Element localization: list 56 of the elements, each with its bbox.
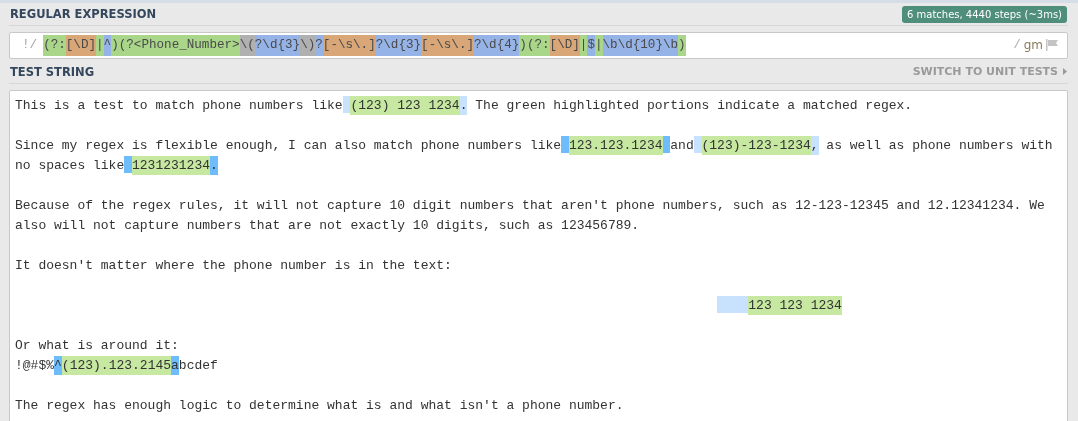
match-boundary (740, 296, 749, 313)
quantifier-token: ?\d{3} (375, 34, 422, 56)
match-boundary (342, 96, 351, 113)
test-text: no spaces like (15, 157, 125, 175)
caret-icon (1063, 68, 1067, 76)
test-text: and (670, 137, 694, 155)
match-boundary (124, 156, 132, 173)
match-boundary: . (459, 96, 468, 115)
quantifier-token: ^ (103, 34, 112, 56)
test-text: The green highlighted portions indicate a matched regex. (474, 97, 913, 115)
test-text: Or what is around it: (15, 337, 179, 355)
regex-flags[interactable]: gm (1023, 38, 1043, 53)
group-token: )(?: (519, 34, 550, 56)
test-text: as well as phone numbers with (825, 137, 1053, 155)
escaped-character-token: \) (300, 34, 316, 56)
test-text: This is a test to match phone numbers like (15, 97, 343, 115)
quantifier-token: ? (315, 34, 323, 56)
match-boundary: . (210, 156, 218, 175)
test-text: also will not capture numbers that are not exactly 10 digits, such as 123456789. (15, 217, 640, 235)
test-text: Because of the regex rules, it will not capture 10 digit numbers that aren't phone numbers, such as 12-123-12345 and 12.12341234. We (15, 197, 1045, 215)
group-token: )(?<Phone_Number> (111, 34, 240, 56)
quantifier-token: ?\d{4} (474, 34, 520, 56)
match-boundary (693, 136, 702, 153)
quantifier-token: \b\d{10}\b (602, 34, 679, 56)
section-title: TEST STRING (10, 64, 95, 79)
match-highlight: 123.123.1234 (568, 136, 663, 155)
group-token: | (96, 34, 104, 56)
match-highlight: 1231231234 (132, 156, 211, 175)
match-highlight: (123) 123 1234 (350, 96, 460, 115)
quantifier-token: $ (587, 34, 595, 56)
section-title: REGULAR EXPRESSION (10, 6, 157, 21)
test-text: The regex has enough logic to determine what is and what isn't a phone number. (15, 397, 624, 415)
switch-unit-tests-link[interactable]: SWITCH TO UNIT TESTS (912, 65, 1067, 79)
group-token: | (579, 34, 588, 56)
test-text: !@#$% (15, 357, 54, 375)
group-token: ) (678, 34, 686, 56)
regex-delimiter: / (1013, 38, 1021, 53)
quantifier-token: ?\d{3} (254, 34, 301, 56)
test-string-field[interactable] (9, 90, 1068, 421)
match-info-badge: 6 matches, 4440 steps (~3ms) (901, 6, 1067, 24)
test-text: It doesn't matter where the phone number is in the text: (15, 257, 452, 275)
match-boundary: , (810, 136, 819, 155)
group-token: (?: (43, 34, 66, 56)
character-set-token: [\D] (549, 34, 580, 56)
match-highlight: (123)-123-1234 (701, 136, 811, 155)
match-boundary (662, 136, 671, 153)
match-highlight: 123 123 1234 (748, 296, 842, 315)
regex-delimiter: !/ (22, 38, 38, 53)
match-boundary: a (171, 356, 179, 375)
character-set-token: [\D] (65, 34, 97, 56)
match-highlight: (123).123.2145 (61, 356, 172, 375)
character-set-token: [-\s\.] (421, 34, 474, 56)
test-text: Since my regex is flexible enough, I can also match phone numbers like (15, 137, 562, 155)
character-set-token: [-\s\.] (322, 34, 376, 56)
match-boundary: ^ (54, 356, 62, 375)
match-boundary (561, 136, 569, 153)
